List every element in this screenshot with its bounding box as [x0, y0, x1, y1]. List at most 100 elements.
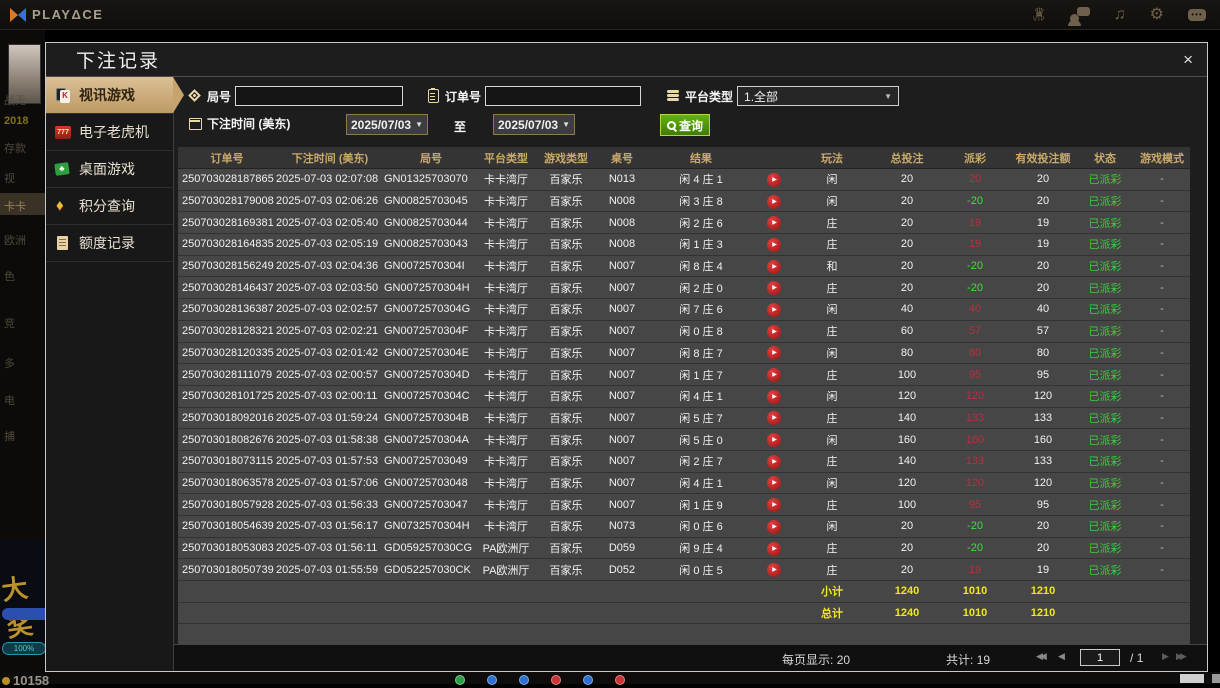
replay-button[interactable]: ▶: [767, 541, 781, 556]
bet-side-cell: 庄: [826, 543, 838, 556]
valid-bet-cell: 19: [1036, 238, 1050, 251]
platform-cell: 卡卡湾厅: [484, 304, 528, 317]
replay-button[interactable]: ▶: [767, 302, 781, 317]
date-to-picker[interactable]: 2025/07/03 ▼: [493, 114, 575, 135]
replay-button[interactable]: ▶: [767, 563, 781, 578]
table-number-cell: N008: [608, 195, 636, 208]
table-number-cell: N008: [608, 238, 636, 251]
page-number-input[interactable]: [1080, 649, 1120, 666]
replay-button[interactable]: ▶: [767, 411, 781, 426]
platform-cell: 卡卡湾厅: [484, 347, 528, 360]
total-valid: 1210: [1030, 607, 1056, 620]
bet-time-cell: 2025-07-03 02:04:36: [276, 260, 379, 273]
payout-cell: 20: [968, 173, 982, 186]
total-label: 总计: [821, 608, 843, 621]
chat-icon[interactable]: •••: [1188, 8, 1206, 21]
bet-side-cell: 闲: [826, 434, 838, 447]
sidebar-item-live-games[interactable]: K 视讯游戏: [46, 77, 173, 114]
replay-button[interactable]: ▶: [767, 194, 781, 209]
bet-side-cell: 闲: [826, 174, 838, 187]
game-type-cell: 百家乐: [549, 174, 583, 187]
total-bet-cell: 20: [900, 563, 914, 576]
valid-bet-cell: 133: [1033, 411, 1053, 424]
replay-button[interactable]: ▶: [767, 324, 781, 339]
game-mode-cell: -: [1160, 476, 1164, 489]
play-icon: ▶: [772, 567, 777, 574]
game-mode-cell: -: [1160, 216, 1164, 229]
replay-button[interactable]: ▶: [767, 519, 781, 534]
replay-cell: ▶: [756, 410, 792, 426]
game-mode-cell: -: [1160, 260, 1164, 273]
payout-cell: -20: [967, 520, 983, 533]
table-number-cell: N073: [608, 520, 636, 533]
cards-icon: K: [55, 87, 72, 103]
replay-button[interactable]: ▶: [767, 433, 781, 448]
game-type-cell: 百家乐: [549, 196, 583, 209]
date-from-picker[interactable]: 2025/07/03 ▼: [346, 114, 428, 135]
total-row: 总计 1240 1010 1210: [178, 603, 1190, 625]
bet-time-label: 下注时间 (美东): [207, 117, 291, 131]
sidebar-item-slots[interactable]: 777 电子老虎机: [46, 114, 173, 151]
replay-button[interactable]: ▶: [767, 454, 781, 469]
replay-button[interactable]: ▶: [767, 476, 781, 491]
round-number-cell: GN0072570304C: [384, 390, 470, 403]
replay-button[interactable]: ▶: [767, 368, 781, 383]
game-mode-cell: -: [1160, 195, 1164, 208]
bet-side-cell: 闲: [826, 477, 838, 490]
background-balance: 2018: [4, 115, 29, 127]
valid-bet-cell: 40: [1036, 303, 1050, 316]
total-bet-cell: 140: [897, 455, 917, 468]
bet-time-cell: 2025-07-03 01:56:33: [276, 498, 379, 511]
table-number-cell: N013: [608, 173, 636, 186]
balance-display: 10158: [2, 673, 49, 688]
order-number-cell: 250703028179008: [182, 195, 274, 208]
round-number-cell: GN0072570304D: [384, 368, 470, 381]
table-body: 250703028187865 2025-07-03 02:07:08 GN01…: [178, 169, 1190, 582]
valid-bet-cell: 20: [1036, 260, 1050, 273]
game-mode-cell: -: [1160, 238, 1164, 251]
replay-button[interactable]: ▶: [767, 346, 781, 361]
table-row: 250703028164835 2025-07-03 02:05:19 GN00…: [178, 234, 1190, 256]
platform-type-select[interactable]: 1.全部 ▼: [737, 86, 900, 106]
sidebar-item-points[interactable]: ♦ 积分查询: [46, 188, 173, 225]
replay-cell: ▶: [756, 324, 792, 339]
bet-time-cell: 2025-07-03 02:02:57: [276, 303, 379, 316]
sidebar-item-table-games[interactable]: ♣ 桌面游戏: [46, 151, 173, 188]
total-bet-cell: 20: [900, 281, 914, 294]
music-icon[interactable]: ♫: [1114, 6, 1126, 23]
customer-service-icon[interactable]: [1067, 6, 1090, 26]
replay-button[interactable]: ▶: [767, 281, 781, 296]
bet-time-cell: 2025-07-03 02:01:42: [276, 346, 379, 359]
last-page-icon[interactable]: ▶▶: [1176, 651, 1187, 662]
previous-page-icon[interactable]: ◀: [1058, 651, 1065, 662]
game-mode-cell: -: [1160, 433, 1164, 446]
close-icon[interactable]: ×: [1183, 51, 1193, 68]
order-number-cell: 250703028187865: [182, 173, 274, 186]
playace-logo-icon: [10, 7, 26, 23]
result-cell: 闲 2 庄 0: [679, 282, 723, 295]
chevron-down-icon: ▼: [884, 91, 893, 101]
sidebar-item-quota-records[interactable]: 额度记录: [46, 225, 173, 262]
play-icon: ▶: [772, 415, 777, 422]
replay-cell: ▶: [756, 280, 792, 296]
query-button[interactable]: 查询: [660, 114, 711, 136]
bet-time-cell: 2025-07-03 02:05:40: [276, 216, 379, 229]
order-number-input[interactable]: [485, 86, 642, 106]
first-page-icon[interactable]: ◀◀: [1036, 651, 1047, 662]
next-page-icon[interactable]: ▶: [1162, 651, 1169, 662]
replay-button[interactable]: ▶: [767, 237, 781, 252]
vip-icon[interactable]: ♛ VIP: [1033, 6, 1046, 23]
replay-button[interactable]: ▶: [767, 172, 781, 187]
replay-button[interactable]: ▶: [767, 498, 781, 513]
gear-icon[interactable]: ⚙: [1150, 6, 1164, 23]
replay-button[interactable]: ▶: [767, 259, 781, 274]
platform-cell: 卡卡湾厅: [484, 217, 528, 230]
background-hall-europe: 欧洲: [4, 235, 26, 247]
round-number-input[interactable]: [235, 86, 404, 106]
platform-cell: PA欧洲厅: [482, 564, 530, 577]
order-number-cell: 250703018082676: [182, 433, 274, 446]
bet-side-cell: 庄: [826, 456, 838, 469]
replay-button[interactable]: ▶: [767, 216, 781, 231]
replay-button[interactable]: ▶: [767, 389, 781, 404]
table-number-cell: N007: [608, 455, 636, 468]
